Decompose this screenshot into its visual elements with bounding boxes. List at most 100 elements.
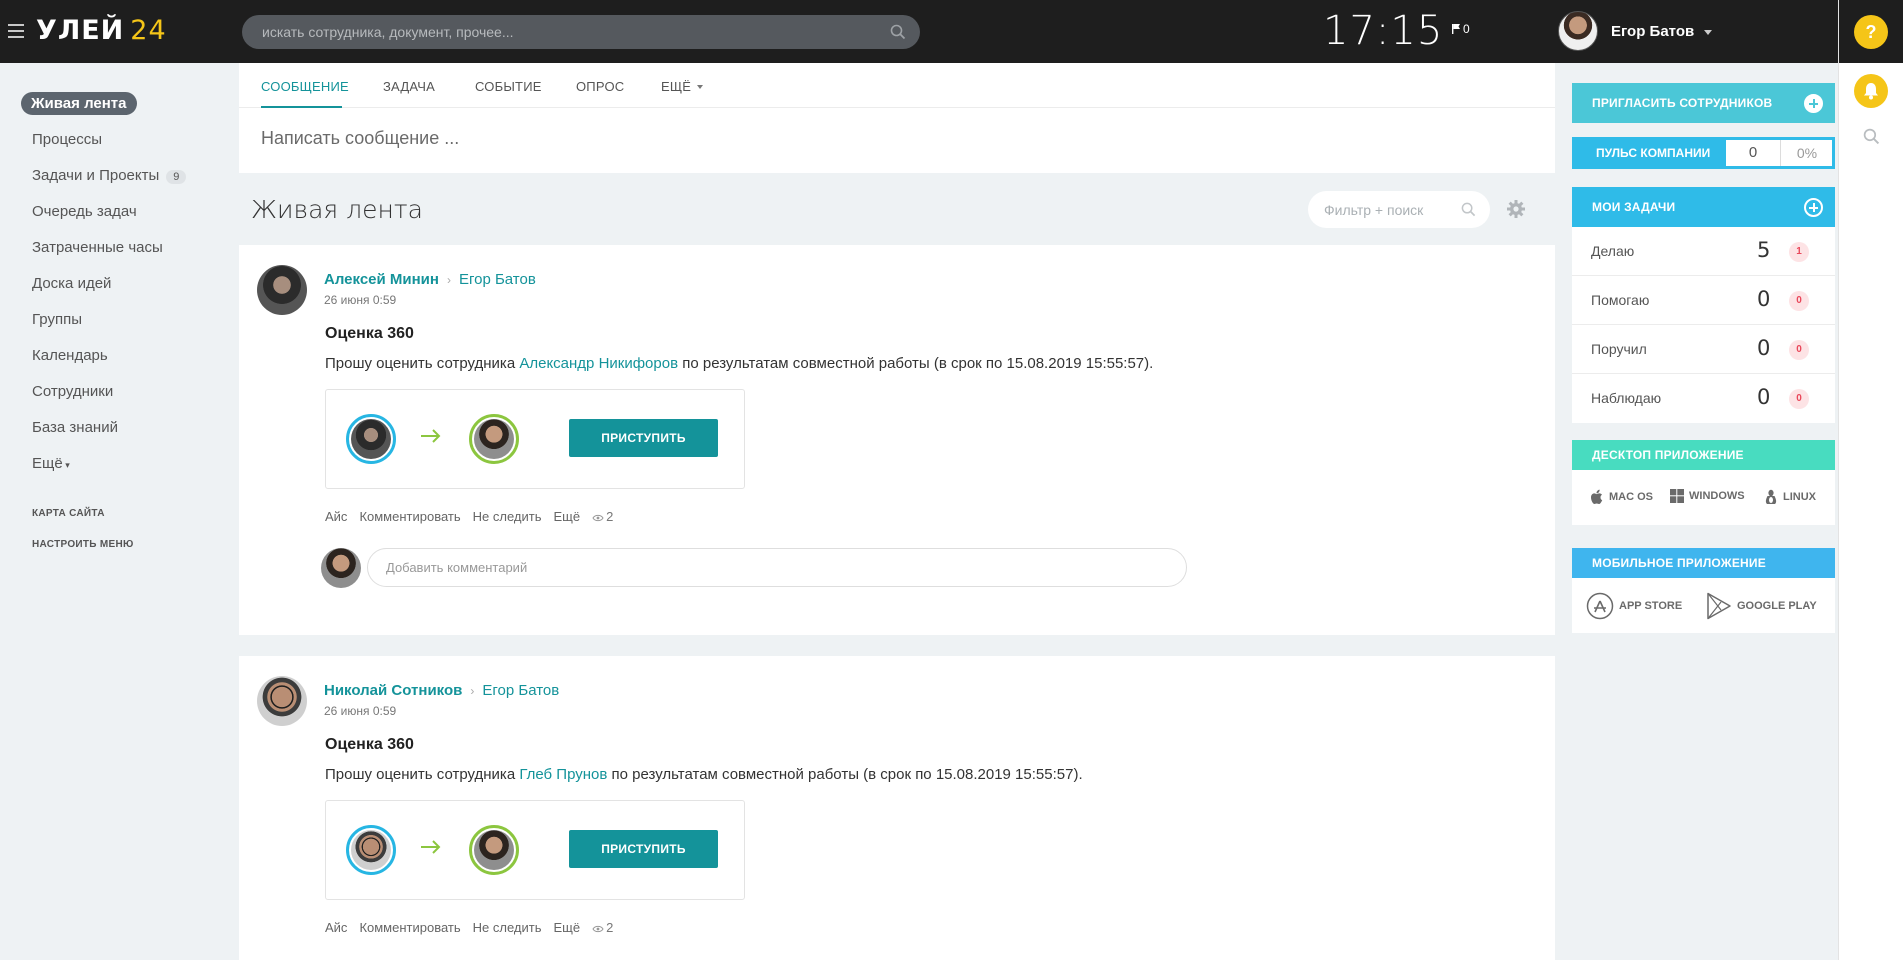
flag-counter[interactable]: 0: [1452, 22, 1470, 36]
post-date[interactable]: 26 июня 0:59: [324, 704, 396, 718]
more-link[interactable]: Ещё: [553, 920, 580, 935]
desktop-app-block: ДЕСКТОП ПРИЛОЖЕНИЕ MAC OS WINDOWS LINUX: [1572, 440, 1835, 525]
post-author-line: Николай Сотников › Егор Батов: [324, 682, 559, 699]
tab-task[interactable]: ЗАДАЧА: [383, 79, 435, 94]
windows-link[interactable]: WINDOWS: [1670, 489, 1745, 503]
invite-block: ПРИГЛАСИТЬ СОТРУДНИКОВ: [1572, 83, 1835, 123]
notifications-button[interactable]: [1854, 74, 1888, 108]
search-icon[interactable]: [890, 24, 906, 40]
clock: 17:15: [1323, 8, 1444, 54]
pulse-percent: 0%: [1796, 145, 1818, 161]
desktop-app-links: MAC OS WINDOWS LINUX: [1572, 470, 1835, 525]
sidebar-item-groups[interactable]: Группы: [32, 311, 82, 328]
comment-link[interactable]: Комментировать: [359, 509, 460, 524]
tab-event[interactable]: СОБЫТИЕ: [475, 79, 542, 94]
company-pulse[interactable]: ПУЛЬС КОМПАНИИ 0 0%: [1572, 137, 1835, 169]
task-row-badge: 0: [1789, 291, 1809, 311]
sidebar-item-label: Задачи и Проекты: [32, 167, 160, 184]
post-recipient[interactable]: Егор Батов: [459, 271, 536, 288]
employee-link[interactable]: Глеб Прунов: [519, 766, 607, 783]
evaluated-avatar[interactable]: [469, 414, 519, 464]
task-row-assigned[interactable]: Поручил 0 0: [1572, 325, 1835, 374]
linux-label: LINUX: [1783, 491, 1816, 503]
evaluator-avatar[interactable]: [346, 825, 396, 875]
sidebar-item-employees[interactable]: Сотрудники: [32, 383, 113, 400]
task-row-doing[interactable]: Делаю 5 1: [1572, 227, 1835, 276]
unfollow-link[interactable]: Не следить: [473, 920, 542, 935]
sidebar-item-feed[interactable]: Живая лента: [21, 92, 137, 115]
start-button[interactable]: ПРИСТУПИТЬ: [569, 419, 718, 457]
app-store-link[interactable]: APP STORE: [1586, 592, 1682, 620]
post-actions: Айс Комментировать Не следить Ещё 2: [325, 920, 637, 935]
chevron-right-icon: ›: [470, 684, 475, 698]
avatar: [1558, 11, 1598, 51]
sidebar-item-knowledge[interactable]: База знаний: [32, 419, 118, 436]
tab-more[interactable]: ЕЩЁ: [661, 79, 704, 94]
filter-search-input[interactable]: Фильтр + поиск: [1308, 191, 1490, 228]
task-row-watching[interactable]: Наблюдаю 0 0: [1572, 374, 1835, 423]
task-row-label: Поручил: [1591, 341, 1647, 357]
logo[interactable]: УЛЕЙ 24: [36, 15, 167, 46]
task-row-count: 0: [1757, 385, 1771, 409]
user-menu[interactable]: Егор Батов: [1558, 11, 1713, 51]
invite-button[interactable]: ПРИГЛАСИТЬ СОТРУДНИКОВ: [1572, 83, 1835, 123]
pulse-label: ПУЛЬС КОМПАНИИ: [1596, 146, 1711, 160]
menu-icon[interactable]: [8, 24, 24, 38]
configure-menu-link[interactable]: НАСТРОИТЬ МЕНЮ: [32, 539, 134, 550]
post-author[interactable]: Алексей Минин: [324, 271, 439, 288]
mobile-app-block: МОБИЛЬНОЕ ПРИЛОЖЕНИЕ APP STORE GOOGLE PL…: [1572, 548, 1835, 633]
post-date[interactable]: 26 июня 0:59: [324, 293, 396, 307]
my-tasks-header[interactable]: МОИ ЗАДАЧИ: [1572, 187, 1835, 227]
help-area: ?: [1839, 0, 1903, 63]
tab-message[interactable]: СООБЩЕНИЕ: [261, 79, 349, 94]
sidebar-item-tasks[interactable]: Задачи и Проекты 9: [32, 167, 187, 184]
page-title: Живая лента: [251, 195, 423, 224]
evaluated-avatar[interactable]: [469, 825, 519, 875]
feed-post: Алексей Минин › Егор Батов 26 июня 0:59 Оц…: [239, 245, 1555, 635]
start-button[interactable]: ПРИСТУПИТЬ: [569, 830, 718, 868]
macos-link[interactable]: MAC OS: [1590, 489, 1653, 505]
task-row-badge: 0: [1789, 389, 1809, 409]
tasks-count-badge: 9: [166, 170, 187, 184]
employee-link[interactable]: Александр Никифоров: [519, 355, 678, 372]
arrow-right-icon: [421, 429, 441, 443]
help-button[interactable]: ?: [1854, 15, 1888, 49]
sidebar-item-task-queue[interactable]: Очередь задач: [32, 203, 137, 220]
pulse-block: ПУЛЬС КОМПАНИИ 0 0%: [1572, 137, 1835, 169]
pulse-value: 0: [1726, 140, 1781, 166]
google-play-link[interactable]: GOOGLE PLAY: [1706, 592, 1817, 620]
avatar[interactable]: [257, 265, 307, 315]
plus-icon[interactable]: [1804, 198, 1823, 217]
post-recipient[interactable]: Егор Батов: [482, 682, 559, 699]
search-input[interactable]: искать сотрудника, документ, прочее...: [242, 15, 920, 49]
task-row-label: Помогаю: [1591, 292, 1650, 308]
sidebar-item-more[interactable]: Ещё ▾: [32, 455, 70, 472]
gear-icon[interactable]: [1506, 199, 1526, 219]
comment-input[interactable]: Добавить комментарий: [367, 548, 1187, 587]
site-map-link[interactable]: КАРТА САЙТА: [32, 508, 105, 519]
like-link[interactable]: Айс: [325, 920, 347, 935]
plus-icon: [1804, 94, 1823, 113]
sidebar-item-label: Ещё: [32, 455, 63, 472]
composer-tabs: СООБЩЕНИЕ ЗАДАЧА СОБЫТИЕ ОПРОС ЕЩЁ: [239, 63, 1555, 108]
comment-link[interactable]: Комментировать: [359, 920, 460, 935]
message-input[interactable]: Написать сообщение ...: [261, 128, 459, 149]
tab-poll[interactable]: ОПРОС: [576, 79, 624, 94]
bell-icon: [1864, 83, 1878, 100]
sidebar-item-hours[interactable]: Затраченные часы: [32, 239, 163, 256]
linux-link[interactable]: LINUX: [1764, 489, 1816, 505]
my-tasks-block: МОИ ЗАДАЧИ Делаю 5 1 Помогаю 0 0 Поручил 0 0 Н…: [1572, 187, 1835, 423]
task-row-label: Делаю: [1591, 243, 1635, 259]
sidebar-item-calendar[interactable]: Календарь: [32, 347, 108, 364]
search-icon[interactable]: [1863, 128, 1880, 145]
google-play-label: GOOGLE PLAY: [1737, 600, 1817, 612]
avatar[interactable]: [257, 676, 307, 726]
sidebar-item-ideas[interactable]: Доска идей: [32, 275, 111, 292]
evaluator-avatar[interactable]: [346, 414, 396, 464]
sidebar-item-processes[interactable]: Процессы: [32, 131, 102, 148]
more-link[interactable]: Ещё: [553, 509, 580, 524]
unfollow-link[interactable]: Не следить: [473, 509, 542, 524]
like-link[interactable]: Айс: [325, 509, 347, 524]
task-row-helping[interactable]: Помогаю 0 0: [1572, 276, 1835, 325]
post-author[interactable]: Николай Сотников: [324, 682, 462, 699]
